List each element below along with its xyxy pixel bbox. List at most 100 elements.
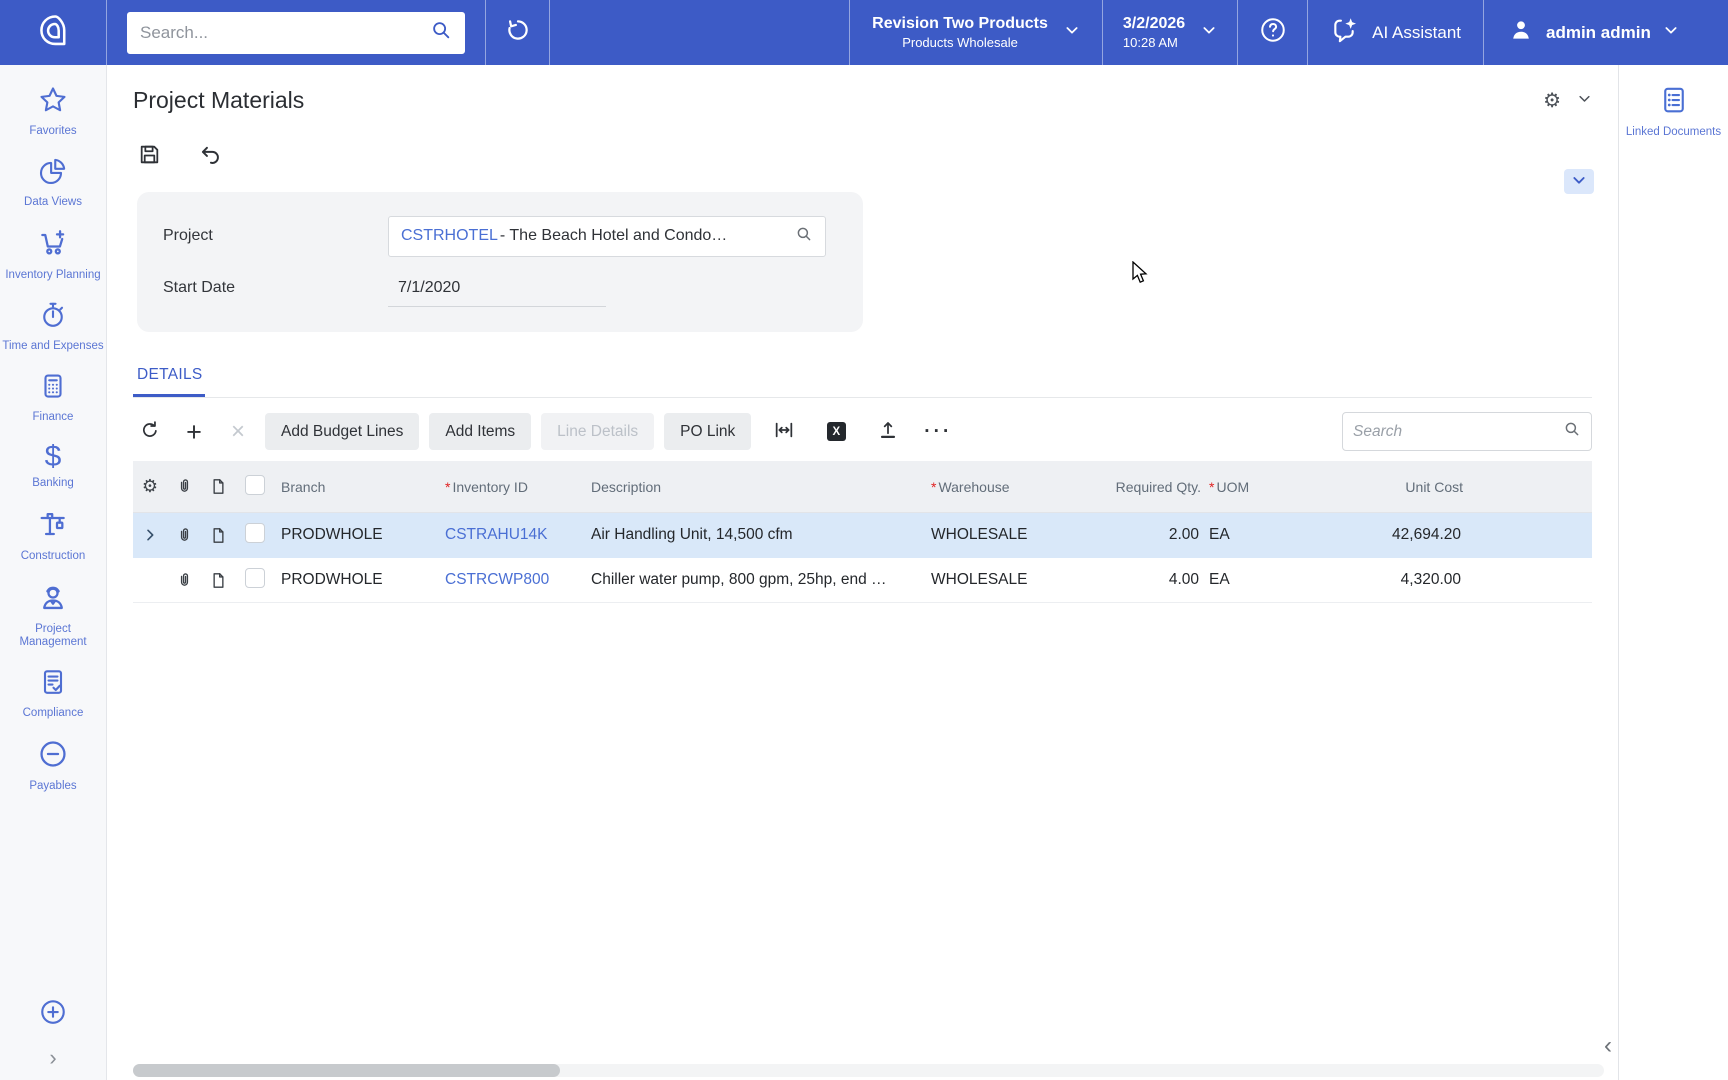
crane-icon bbox=[37, 508, 69, 545]
grid-search-input[interactable] bbox=[1353, 422, 1563, 441]
cell-inventory-id-link[interactable]: CSTRCWP800 bbox=[445, 571, 549, 588]
row-paperclip-icon[interactable] bbox=[167, 571, 201, 590]
sidebar-item-payables[interactable]: Payables bbox=[0, 738, 106, 793]
undo-button[interactable] bbox=[198, 142, 223, 170]
cell-unit-cost[interactable]: 4,320.00 bbox=[1321, 571, 1471, 589]
start-date-field[interactable]: 7/1/2020 bbox=[388, 270, 606, 307]
user-name: admin admin bbox=[1546, 22, 1651, 42]
sidebar-item-banking[interactable]: $ Banking bbox=[0, 442, 106, 490]
sidebar-item-label: Favorites bbox=[29, 125, 77, 137]
add-budget-lines-button[interactable]: Add Budget Lines bbox=[265, 413, 420, 450]
column-header-required-qty[interactable]: Required Qty. bbox=[1097, 479, 1209, 495]
cell-required-qty[interactable]: 4.00 bbox=[1097, 571, 1209, 589]
cell-uom[interactable]: EA bbox=[1209, 526, 1321, 544]
sidebar-item-favorites[interactable]: Favorites bbox=[0, 85, 106, 138]
sidebar-item-project-management[interactable]: Project Management bbox=[0, 581, 106, 649]
user-menu[interactable]: admin admin bbox=[1483, 0, 1728, 65]
save-button[interactable] bbox=[137, 142, 162, 170]
summary-form: Project CSTRHOTEL - The Beach Hotel and … bbox=[137, 192, 863, 332]
project-field[interactable]: CSTRHOTEL - The Beach Hotel and Condo… bbox=[388, 215, 826, 257]
cell-description[interactable]: Chiller water pump, 800 gpm, 25hp, end … bbox=[591, 571, 931, 589]
cell-uom[interactable]: EA bbox=[1209, 571, 1321, 589]
sidebar-item-compliance[interactable]: Compliance bbox=[0, 667, 106, 720]
required-marker: * bbox=[445, 478, 451, 495]
search-icon[interactable] bbox=[430, 19, 452, 46]
grid-row-2[interactable]: PRODWHOLE CSTRCWP800 Chiller water pump,… bbox=[133, 558, 1592, 603]
cell-inventory-id-link[interactable]: CSTRAHU14K bbox=[445, 526, 548, 543]
scrollbar-thumb[interactable] bbox=[133, 1064, 560, 1077]
fit-width-button[interactable] bbox=[767, 414, 801, 450]
calculator-icon bbox=[38, 371, 68, 406]
panel-collapse-icon[interactable]: ‹ bbox=[1604, 1034, 1612, 1058]
import-upload-button[interactable] bbox=[871, 414, 905, 450]
delete-row-button[interactable]: × bbox=[221, 414, 255, 450]
grid-row-1[interactable]: PRODWHOLE CSTRAHU14K Air Handling Unit, … bbox=[133, 513, 1592, 558]
required-marker: * bbox=[1209, 478, 1215, 495]
horizontal-scrollbar[interactable] bbox=[133, 1064, 1604, 1077]
stopwatch-icon bbox=[38, 300, 68, 335]
column-header-inventory-id[interactable]: * Inventory ID bbox=[445, 479, 591, 495]
column-header-uom[interactable]: * UOM bbox=[1209, 479, 1321, 495]
cell-description[interactable]: Air Handling Unit, 14,500 cfm bbox=[591, 526, 931, 544]
company-selector[interactable]: Revision Two Products Products Wholesale bbox=[849, 0, 1102, 65]
column-settings-gear-icon[interactable]: ⚙ bbox=[142, 476, 158, 497]
select-all-checkbox[interactable] bbox=[245, 475, 265, 495]
column-header-warehouse[interactable]: * Warehouse bbox=[931, 479, 1097, 495]
user-avatar-icon bbox=[1508, 17, 1534, 48]
sidebar-item-finance[interactable]: Finance bbox=[0, 371, 106, 424]
side-panel: Linked Documents bbox=[1618, 65, 1728, 1080]
screen-settings-gear-icon[interactable]: ⚙ bbox=[1543, 88, 1561, 113]
cell-branch[interactable]: PRODWHOLE bbox=[281, 571, 445, 589]
cell-branch[interactable]: PRODWHOLE bbox=[281, 526, 445, 544]
required-marker: * bbox=[931, 478, 937, 495]
row-note-icon[interactable] bbox=[201, 526, 235, 545]
search-icon[interactable] bbox=[1563, 420, 1581, 443]
project-id-link[interactable]: CSTRHOTEL bbox=[401, 227, 498, 245]
sidebar-item-label: Data Views bbox=[24, 196, 82, 208]
cell-required-qty[interactable]: 2.00 bbox=[1097, 526, 1209, 544]
row-paperclip-icon[interactable] bbox=[167, 526, 201, 545]
cell-warehouse[interactable]: WHOLESALE bbox=[931, 571, 1097, 589]
timer-icon bbox=[504, 16, 532, 49]
business-date-selector[interactable]: 3/2/2026 10:28 AM bbox=[1101, 0, 1237, 65]
sidebar-item-data-views[interactable]: Data Views bbox=[0, 156, 106, 209]
cell-warehouse[interactable]: WHOLESALE bbox=[931, 526, 1097, 544]
sidebar-item-time-and-expenses[interactable]: Time and Expenses bbox=[0, 300, 106, 353]
column-header-description[interactable]: Description bbox=[591, 479, 931, 495]
line-details-button[interactable]: Line Details bbox=[541, 413, 655, 450]
grid-search-box[interactable] bbox=[1342, 412, 1592, 451]
po-link-button[interactable]: PO Link bbox=[664, 413, 752, 450]
clipboard-check-icon bbox=[38, 667, 68, 702]
timer-button[interactable] bbox=[485, 0, 549, 65]
ai-assistant-button[interactable]: AI Assistant bbox=[1307, 0, 1483, 65]
help-button[interactable] bbox=[1237, 0, 1307, 65]
linked-documents-button[interactable]: Linked Documents bbox=[1626, 85, 1721, 139]
plus-icon: + bbox=[186, 416, 202, 447]
chevron-down-icon bbox=[1064, 22, 1080, 43]
sidebar-item-inventory-planning[interactable]: Inventory Planning bbox=[0, 227, 106, 282]
row-checkbox[interactable] bbox=[245, 567, 265, 588]
cell-unit-cost[interactable]: 42,694.20 bbox=[1321, 526, 1471, 544]
add-row-button[interactable]: + bbox=[177, 414, 211, 450]
refresh-button[interactable] bbox=[133, 414, 167, 450]
export-to-excel-button[interactable]: X bbox=[819, 414, 853, 450]
add-items-button[interactable]: Add Items bbox=[429, 413, 532, 450]
global-search-input[interactable] bbox=[140, 22, 430, 43]
column-header-unit-cost[interactable]: Unit Cost bbox=[1321, 479, 1471, 495]
expand-row-chevron-icon[interactable] bbox=[133, 527, 167, 543]
chevron-down-icon[interactable] bbox=[1577, 91, 1592, 111]
row-note-icon[interactable] bbox=[201, 571, 235, 590]
more-actions-button[interactable]: ··· bbox=[921, 414, 955, 450]
column-header-branch[interactable]: Branch bbox=[281, 479, 445, 495]
add-workspace-button[interactable] bbox=[38, 997, 68, 1032]
row-checkbox[interactable] bbox=[245, 522, 265, 543]
global-search-box[interactable] bbox=[127, 11, 465, 54]
sidebar-expand-icon[interactable]: › bbox=[49, 1047, 56, 1069]
app-logo[interactable] bbox=[0, 0, 107, 65]
collapse-form-button[interactable] bbox=[1564, 169, 1594, 194]
tab-details[interactable]: DETAILS bbox=[133, 362, 205, 397]
business-date: 3/2/2026 bbox=[1122, 15, 1186, 32]
lookup-search-icon[interactable] bbox=[795, 225, 813, 248]
sidebar-item-construction[interactable]: Construction bbox=[0, 508, 106, 563]
project-description: - The Beach Hotel and Condo… bbox=[499, 227, 728, 244]
